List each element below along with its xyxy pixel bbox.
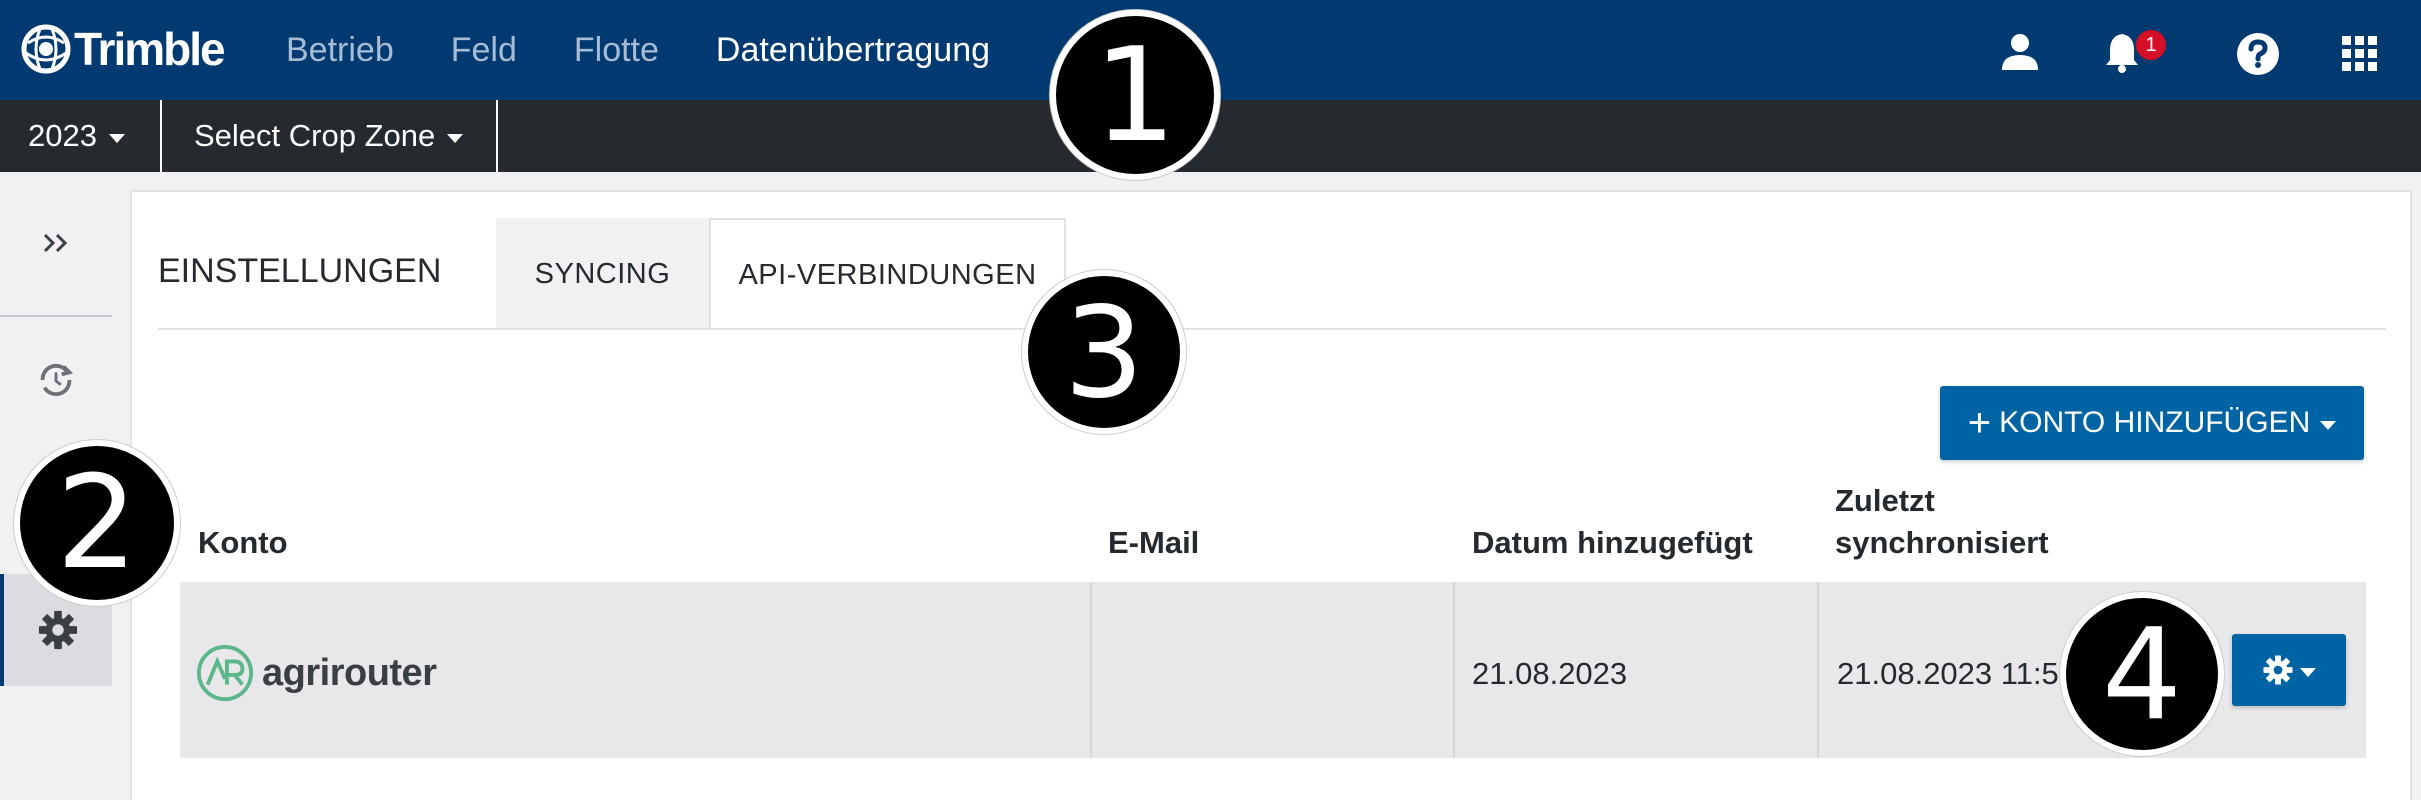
column-header-zuletzt-line2: synchronisiert bbox=[1835, 525, 2049, 560]
column-header-datum: Datum hinzugefügt bbox=[1472, 525, 1753, 560]
callout-1: 1 bbox=[1050, 10, 1220, 180]
brand-name: Trimble bbox=[74, 23, 226, 75]
user-icon[interactable] bbox=[1998, 30, 2042, 74]
tab-api-verbindungen[interactable]: API-VERBINDUNGEN bbox=[709, 218, 1066, 330]
tab-underline bbox=[158, 328, 2386, 330]
column-header-email: E-Mail bbox=[1108, 525, 1200, 560]
sidebar-expand-button[interactable] bbox=[0, 222, 112, 264]
row-settings-button[interactable] bbox=[2232, 634, 2346, 706]
chevron-down-icon bbox=[2320, 420, 2337, 430]
year-dropdown[interactable]: 2023 bbox=[28, 100, 125, 172]
crop-zone-dropdown[interactable]: Select Crop Zone bbox=[194, 100, 464, 172]
date-added-value: 21.08.2023 bbox=[1472, 656, 1628, 691]
gear-icon bbox=[2263, 655, 2293, 685]
section-title: EINSTELLUNGEN bbox=[158, 252, 442, 290]
trimble-logo[interactable]: Trimble bbox=[20, 22, 226, 76]
account-name: agrirouter bbox=[262, 651, 437, 694]
cell-divider bbox=[1453, 582, 1455, 758]
chevron-down-icon bbox=[108, 133, 125, 143]
plus-icon: + bbox=[1967, 401, 1992, 445]
sync-icon bbox=[40, 363, 74, 397]
nav-item-betrieb[interactable]: Betrieb bbox=[286, 31, 394, 70]
gear-icon bbox=[38, 610, 78, 650]
agrirouter-logo-icon bbox=[196, 644, 254, 702]
nav-item-datenuebertragung[interactable]: Datenübertragung bbox=[716, 31, 990, 70]
callout-4: 4 bbox=[2060, 592, 2224, 756]
callout-3: 3 bbox=[1022, 270, 1186, 434]
add-account-label: KONTO HINZUFÜGEN bbox=[1999, 406, 2311, 439]
column-header-konto: Konto bbox=[198, 525, 288, 560]
trimble-globe-icon bbox=[21, 24, 71, 74]
help-icon[interactable] bbox=[2236, 32, 2280, 76]
agrirouter-logo: agrirouter bbox=[196, 644, 437, 702]
cell-divider bbox=[1817, 582, 1819, 758]
last-synced-value: 21.08.2023 11:5 bbox=[1837, 656, 2059, 691]
cell-divider bbox=[1090, 582, 1092, 758]
expand-chevrons-icon bbox=[43, 233, 68, 253]
nav-item-feld[interactable]: Feld bbox=[451, 31, 517, 70]
chevron-down-icon bbox=[447, 133, 464, 143]
year-value: 2023 bbox=[28, 118, 97, 153]
sidebar-item-syncing[interactable] bbox=[0, 354, 112, 406]
column-header-zuletzt-line1: Zuletzt bbox=[1835, 483, 1935, 518]
chevron-down-icon bbox=[2300, 667, 2316, 677]
callout-2: 2 bbox=[14, 440, 180, 606]
crop-zone-value: Select Crop Zone bbox=[194, 118, 436, 153]
divider bbox=[160, 100, 162, 172]
divider bbox=[496, 100, 498, 172]
apps-grid-icon[interactable] bbox=[2342, 36, 2386, 80]
add-account-button[interactable]: + KONTO HINZUFÜGEN bbox=[1940, 386, 2364, 460]
main-nav: Betrieb Feld Flotte Datenübertragung bbox=[286, 0, 1047, 100]
tab-syncing[interactable]: SYNCING bbox=[496, 218, 709, 330]
nav-item-flotte[interactable]: Flotte bbox=[574, 31, 659, 70]
sidebar-divider bbox=[0, 315, 112, 317]
notification-badge: 1 bbox=[2136, 30, 2166, 60]
